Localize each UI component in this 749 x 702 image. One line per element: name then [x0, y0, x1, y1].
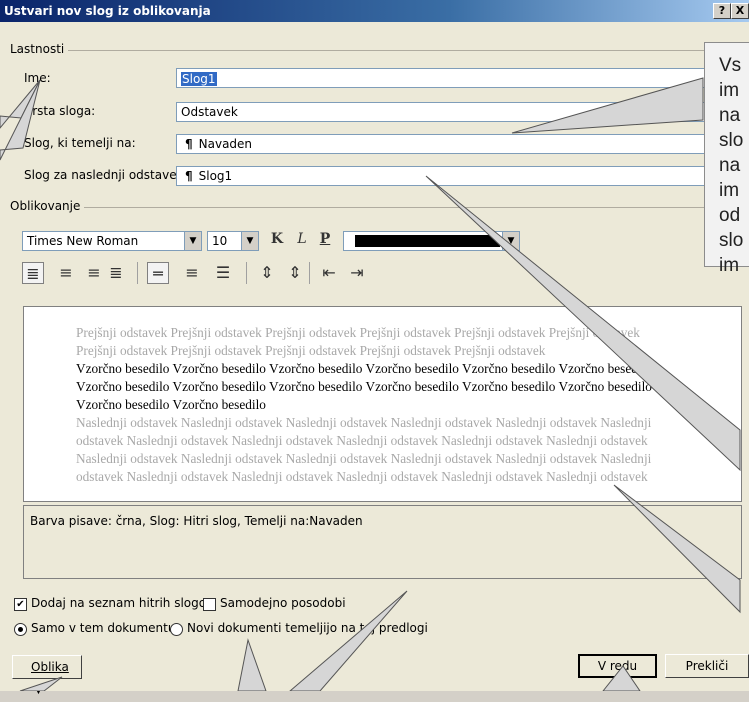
style-description-text: Barva pisave: črna, Slog: Hitri slog, Te… — [30, 514, 363, 528]
next-style-select[interactable]: ¶ Slog1 — [176, 166, 749, 186]
preview-sample-line: Vzorčno besedilo Vzorčno besedilo — [76, 397, 266, 412]
decrease-space-before-icon[interactable]: ⇕ — [284, 262, 306, 284]
group-label-oblikovanje: Oblikovanje — [10, 199, 85, 213]
new-documents-label: Novi dokumenti temeljijo na tej predlogi — [187, 621, 428, 635]
preview-previous-line: Prejšnji odstavek Prejšnji odstavek Prej… — [76, 343, 546, 358]
callout-line: na — [719, 155, 741, 176]
close-button[interactable]: X — [731, 3, 749, 19]
preview-next-line: odstavek Naslednji odstavek Naslednji od… — [76, 433, 648, 448]
create-style-dialog: Ustvari nov slog iz oblikovanja ? X Last… — [0, 0, 749, 696]
format-button-label: Oblika — [31, 660, 69, 674]
name-field-value: Slog1 — [181, 72, 217, 86]
style-type-select[interactable]: Odstavek — [176, 102, 749, 122]
name-label: Ime: — [24, 71, 51, 85]
next-style-value: Slog1 — [198, 169, 233, 183]
group-label-lastnosti: Lastnosti — [10, 42, 69, 56]
chevron-down-icon[interactable]: ▼ — [241, 232, 258, 250]
add-quick-styles-checkbox[interactable]: ✔ — [14, 598, 27, 611]
align-right-button[interactable]: ≡ — [83, 262, 105, 284]
align-center-button[interactable]: ≡ — [55, 262, 77, 284]
font-select[interactable]: Times New Roman ▼ — [22, 231, 202, 251]
color-swatch — [355, 235, 500, 247]
double-spacing-button[interactable]: ☰ — [212, 262, 234, 284]
chevron-down-icon[interactable]: ▼ — [184, 232, 201, 250]
preview-previous-line: Prejšnji odstavek Prejšnji odstavek Prej… — [76, 325, 640, 340]
style-type-label: Vrsta sloga: — [24, 104, 96, 118]
auto-update-checkbox[interactable] — [203, 598, 216, 611]
paragraph-mark-icon: ¶ — [185, 137, 193, 151]
new-documents-radio[interactable] — [170, 623, 183, 636]
toolbar-separator — [309, 262, 310, 284]
callout-line: im — [719, 255, 740, 276]
callout-line: im — [719, 180, 740, 201]
style-type-value: Odstavek — [181, 105, 238, 119]
preview-sample-line: Vzorčno besedilo Vzorčno besedilo Vzorčn… — [76, 379, 652, 394]
one-half-spacing-button[interactable]: ≡ — [181, 262, 203, 284]
toolbar-separator — [137, 262, 138, 284]
callout-line: im — [719, 80, 740, 101]
title-bar: Ustvari nov slog iz oblikovanja ? X — [0, 0, 749, 22]
preview-sample-line: Vzorčno besedilo Vzorčno besedilo Vzorčn… — [76, 361, 652, 376]
bold-button[interactable]: K — [268, 230, 286, 248]
callout-line: Vs — [719, 55, 742, 76]
format-button[interactable]: Oblika ▼ — [12, 655, 82, 696]
font-size-value: 10 — [212, 234, 228, 248]
font-value: Times New Roman — [27, 234, 139, 248]
only-this-document-label: Samo v tem dokumentu — [31, 621, 176, 635]
callout-line: na — [719, 105, 741, 126]
style-preview: Prejšnji odstavek Prejšnji odstavek Prej… — [23, 306, 742, 502]
decrease-indent-icon[interactable]: ⇤ — [318, 262, 340, 284]
group-divider — [10, 207, 749, 208]
callout-pointer-arrow — [237, 638, 267, 691]
toolbar-separator — [246, 262, 247, 284]
dialog-title: Ustvari nov slog iz oblikovanja — [4, 4, 211, 18]
annotation-callout: Vs im na slo na im od slo im — [704, 42, 749, 276]
increase-indent-icon[interactable]: ⇥ — [346, 262, 368, 284]
increase-space-before-icon[interactable]: ⇕ — [256, 262, 278, 284]
auto-update-label: Samodejno posodobi — [220, 596, 346, 610]
add-quick-styles-label: Dodaj na seznam hitrih slogov — [31, 596, 214, 610]
based-on-label: Slog, ki temelji na: — [24, 136, 136, 150]
help-button[interactable]: ? — [713, 3, 731, 19]
cancel-button[interactable]: Prekliči — [665, 654, 749, 678]
only-this-document-radio[interactable] — [14, 623, 27, 636]
callout-line: od — [719, 205, 741, 226]
style-description: Barva pisave: črna, Slog: Hitri slog, Te… — [23, 505, 742, 579]
based-on-value: Navaden — [198, 137, 253, 151]
font-size-select[interactable]: 10 ▼ — [207, 231, 259, 251]
chevron-down-icon: ▼ — [35, 686, 42, 696]
based-on-select[interactable]: ¶ Navaden — [176, 134, 749, 154]
font-color-select[interactable]: ▼ — [343, 231, 520, 251]
align-left-button[interactable]: ≣ — [22, 262, 44, 284]
group-divider — [10, 50, 749, 51]
justify-button[interactable]: ≣ — [105, 262, 127, 284]
underline-button[interactable]: P — [316, 230, 334, 248]
italic-button[interactable]: L — [293, 230, 311, 248]
name-field[interactable]: Slog1 — [176, 68, 749, 88]
callout-line: slo — [719, 130, 744, 151]
paragraph-mark-icon: ¶ — [185, 169, 193, 183]
preview-next-line: Naslednji odstavek Naslednji odstavek Na… — [76, 451, 652, 466]
ok-button[interactable]: V redu — [578, 654, 657, 678]
single-spacing-button[interactable]: ═ — [147, 262, 169, 284]
preview-next-line: odstavek Naslednji odstavek Naslednji od… — [76, 469, 648, 484]
preview-next-line: Naslednji odstavek Naslednji odstavek Na… — [76, 415, 652, 430]
chevron-down-icon[interactable]: ▼ — [502, 232, 519, 250]
next-style-label: Slog za naslednji odstavek: — [24, 168, 188, 182]
callout-line: slo — [719, 230, 744, 251]
